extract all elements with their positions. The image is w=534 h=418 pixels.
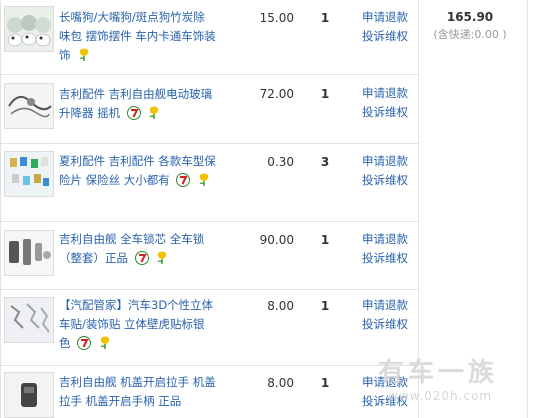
row-actions: 申请退款 投诉维权 — [355, 8, 415, 46]
table-row: 【汽配管家】汽车3D个性立体车贴/装饰贴 立体壁虎贴标银色 8.00 1 申请退… — [0, 290, 418, 365]
order-total: 165.90 (含快递:0.00 ) — [420, 10, 520, 42]
request-refund-link[interactable]: 申请退款 — [355, 230, 415, 249]
request-refund-link[interactable]: 申请退款 — [355, 84, 415, 103]
seven-day-return-badge-icon — [77, 336, 92, 350]
product-title-link[interactable]: 【汽配管家】汽车3D个性立体车贴/装饰贴 立体壁虎贴标银色 — [59, 296, 216, 353]
tulip-badge-icon — [199, 173, 209, 186]
tulip-badge-icon — [100, 336, 109, 349]
quantity: 1 — [320, 87, 330, 101]
table-row: 长嘴狗/大嘴狗/斑点狗竹炭除味包 摆饰摆件 车内卡通车饰装饰 15.00 1 申… — [0, 0, 418, 74]
row-actions: 申请退款 投诉维权 — [355, 296, 415, 334]
product-title-link[interactable]: 吉利自由舰 全车锁芯 全车锁（整套）正品 — [59, 230, 216, 268]
product-title-link[interactable]: 吉利配件 吉利自由舰电动玻璃升降器 摇机 — [59, 85, 216, 123]
file-complaint-link[interactable]: 投诉维权 — [355, 249, 415, 268]
tulip-badge-icon — [149, 106, 159, 119]
row-actions: 申请退款 投诉维权 — [355, 230, 415, 268]
product-title-link[interactable]: 夏利配件 吉利配件 各款车型保险片 保险丝 大小都有 — [59, 152, 216, 190]
product-thumbnail[interactable] — [4, 230, 54, 276]
unit-price: 0.30 — [267, 155, 294, 169]
quantity: 1 — [320, 376, 330, 390]
table-row: 吉利自由舰 机盖开启拉手 机盖拉手 机盖开启手柄 正品 8.00 1 申请退款 … — [0, 366, 418, 418]
row-actions: 申请退款 投诉维权 — [355, 84, 415, 122]
tulip-badge-icon — [79, 48, 89, 61]
unit-price: 15.00 — [259, 11, 294, 25]
product-thumbnail[interactable] — [4, 372, 54, 418]
file-complaint-link[interactable]: 投诉维权 — [355, 171, 415, 190]
table-row: 夏利配件 吉利配件 各款车型保险片 保险丝 大小都有 0.30 3 申请退款 投… — [0, 144, 418, 221]
product-thumbnail[interactable] — [4, 83, 54, 129]
product-thumbnail[interactable] — [4, 6, 54, 52]
unit-price: 8.00 — [267, 376, 294, 390]
shipping-note: (含快递:0.00 ) — [433, 28, 507, 41]
order-total-amount: 165.90 — [446, 10, 494, 24]
seven-day-return-badge-icon — [134, 251, 149, 265]
quantity: 1 — [320, 11, 330, 25]
seven-day-return-badge-icon — [126, 106, 141, 120]
request-refund-link[interactable]: 申请退款 — [355, 8, 415, 27]
table-row: 吉利自由舰 全车锁芯 全车锁（整套）正品 90.00 1 申请退款 投诉维权 — [0, 222, 418, 289]
file-complaint-link[interactable]: 投诉维权 — [355, 315, 415, 334]
table-row: 吉利配件 吉利自由舰电动玻璃升降器 摇机 72.00 1 申请退款 投诉维权 — [0, 75, 418, 143]
product-title-link[interactable]: 长嘴狗/大嘴狗/斑点狗竹炭除味包 摆饰摆件 车内卡通车饰装饰 — [59, 8, 216, 65]
unit-price: 72.00 — [259, 87, 294, 101]
unit-price: 90.00 — [259, 233, 294, 247]
watermark-url: www.020h.com — [388, 389, 493, 403]
site-watermark: 有车一族 www.020h.com — [378, 352, 528, 412]
quantity: 3 — [320, 155, 330, 169]
product-thumbnail[interactable] — [4, 151, 54, 197]
order-items-table: 长嘴狗/大嘴狗/斑点狗竹炭除味包 摆饰摆件 车内卡通车饰装饰 15.00 1 申… — [0, 0, 534, 418]
row-actions: 申请退款 投诉维权 — [355, 152, 415, 190]
request-refund-link[interactable]: 申请退款 — [355, 296, 415, 315]
seven-day-return-badge-icon — [176, 173, 191, 187]
tulip-badge-icon — [157, 251, 167, 264]
product-title-link[interactable]: 吉利自由舰 机盖开启拉手 机盖拉手 机盖开启手柄 正品 — [59, 373, 216, 411]
request-refund-link[interactable]: 申请退款 — [355, 152, 415, 171]
file-complaint-link[interactable]: 投诉维权 — [355, 27, 415, 46]
watermark-text: 有车一族 — [378, 358, 499, 388]
product-thumbnail[interactable] — [4, 297, 54, 343]
unit-price: 8.00 — [267, 299, 294, 313]
quantity: 1 — [320, 299, 330, 313]
quantity: 1 — [320, 233, 330, 247]
file-complaint-link[interactable]: 投诉维权 — [355, 103, 415, 122]
